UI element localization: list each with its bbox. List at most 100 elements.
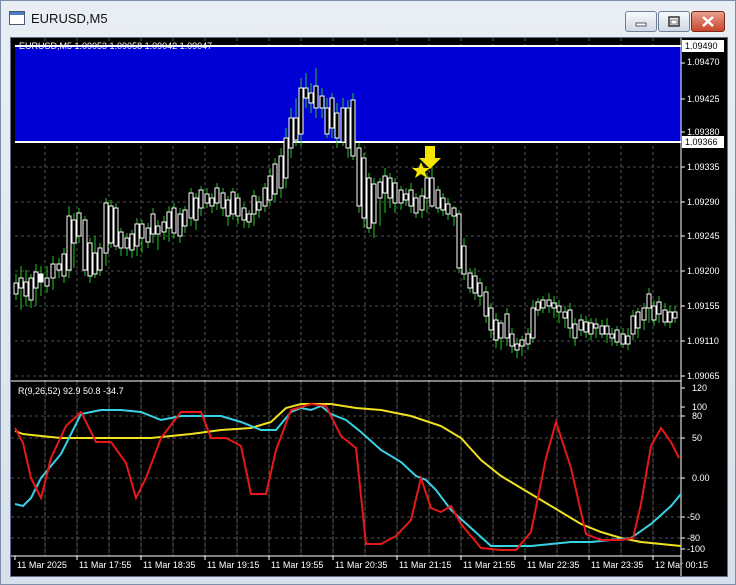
candle-body: [118, 231, 124, 249]
candle-body: [23, 281, 29, 297]
candle-body: [488, 307, 494, 331]
candle-body: [387, 177, 393, 199]
time-label: 11 Mar 19:55: [271, 560, 323, 570]
time-label: 11 Mar 22:35: [527, 560, 579, 570]
candle-body: [256, 201, 262, 211]
candle-body: [129, 233, 135, 251]
candle-body: [13, 282, 19, 295]
candle-body: [209, 197, 215, 207]
candle-body: [604, 325, 610, 335]
candle-body: [251, 195, 257, 215]
time-label: 11 Mar 2025: [17, 560, 67, 570]
chart-header: EURUSD,M5 1.09053 1.09058 1.09042 1.0904…: [19, 41, 212, 51]
candle-body: [139, 223, 145, 239]
restore-icon: [668, 16, 680, 27]
terminal-window: EURUSD,M5 EURUSD,M5 1.09053 1.09058 1.09…: [0, 0, 736, 585]
candle-body: [620, 333, 626, 345]
candle-body: [324, 107, 330, 135]
candle-body: [262, 187, 268, 207]
candle-body: [18, 277, 24, 289]
candle-body: [177, 213, 183, 237]
price-tick-label: 1.09155: [687, 301, 720, 311]
candle-body: [483, 291, 489, 317]
candle-body: [625, 335, 631, 345]
candle-body: [113, 207, 119, 247]
price-tick-label: 1.09470: [687, 57, 720, 67]
indicator-axis: 12010080500.00-50-80-100: [681, 383, 710, 554]
window-titlebar[interactable]: EURUSD,M5: [1, 1, 735, 37]
candle-body: [87, 242, 93, 277]
candle-body: [525, 333, 531, 345]
candle-body: [456, 213, 462, 269]
candle-body: [278, 155, 284, 189]
price-tick-label: 1.09380: [687, 127, 720, 137]
candle-body: [313, 85, 319, 109]
price-tick-label: 1.09200: [687, 266, 720, 276]
candle-body: [134, 223, 140, 247]
upper-level-label: 1.09490: [685, 41, 718, 51]
price-tick-label: 1.09425: [687, 94, 720, 104]
candle-body: [392, 182, 398, 204]
chart-canvas[interactable]: EURUSD,M5 1.09053 1.09058 1.09042 1.0904…: [11, 38, 727, 576]
level-label: -80: [687, 533, 700, 543]
candle-body: [38, 273, 44, 283]
candle-body: [408, 189, 414, 207]
price-tick-label: 1.09110: [687, 336, 719, 346]
candle-body: [308, 92, 314, 104]
candle-body: [477, 282, 483, 297]
candle-body: [188, 192, 194, 219]
candle-body: [66, 215, 72, 271]
chart-area[interactable]: EURUSD,M5 1.09053 1.09058 1.09042 1.0904…: [10, 37, 728, 577]
candle-body: [61, 253, 67, 277]
chart-window-icon: [9, 11, 25, 25]
candle-body: [283, 137, 289, 179]
close-button[interactable]: [691, 11, 725, 32]
fast-line: [14, 402, 680, 551]
candle-body: [514, 343, 520, 351]
time-label: 11 Mar 20:35: [335, 560, 387, 570]
candle-body: [298, 87, 304, 135]
level-label: 0.00: [692, 473, 710, 483]
candle-body: [56, 263, 62, 271]
candle-body: [667, 311, 673, 323]
candle-body: [193, 197, 199, 221]
minimize-button[interactable]: [625, 11, 657, 32]
candle-body: [583, 321, 589, 333]
candle-body: [509, 333, 515, 347]
slow-line: [14, 403, 682, 547]
price-tick-label: 1.09065: [687, 371, 720, 381]
candle-body: [44, 277, 50, 287]
time-label: 11 Mar 23:35: [591, 560, 643, 570]
level-label: -100: [687, 544, 705, 554]
candle-body: [609, 333, 615, 339]
candle-body: [303, 87, 309, 99]
time-label: 11 Mar 21:55: [463, 560, 515, 570]
time-axis: 11 Mar 2025 11 Mar 17:55 11 Mar 18:35 11 Ma…: [14, 556, 708, 570]
candle-body: [572, 323, 578, 339]
candle-body: [241, 207, 247, 221]
candle-body: [440, 197, 446, 211]
candle-body: [235, 197, 241, 217]
candle-body: [662, 309, 668, 323]
candle-body: [33, 271, 39, 289]
candle-body: [403, 193, 409, 201]
candle-body: [562, 311, 568, 319]
candle-body: [204, 193, 210, 204]
window-title: EURUSD,M5: [31, 11, 108, 26]
candle-body: [319, 95, 325, 109]
candle-body: [630, 315, 636, 335]
candle-body: [504, 313, 510, 339]
candle-body: [588, 322, 594, 335]
candle-body: [546, 299, 552, 307]
candle-body: [646, 293, 652, 309]
maximize-button[interactable]: [658, 11, 690, 32]
time-label: 11 Mar 18:35: [143, 560, 195, 570]
close-icon: [702, 16, 714, 27]
candle-body: [371, 183, 377, 224]
candle-body: [334, 112, 340, 139]
price-tick-label: 1.09335: [687, 162, 720, 172]
candle-body: [530, 307, 536, 339]
indicator-label: R(9,26,52) 92.9 50.8 -34.7: [18, 386, 124, 396]
candle-body: [50, 263, 56, 279]
candle-body: [599, 325, 605, 335]
